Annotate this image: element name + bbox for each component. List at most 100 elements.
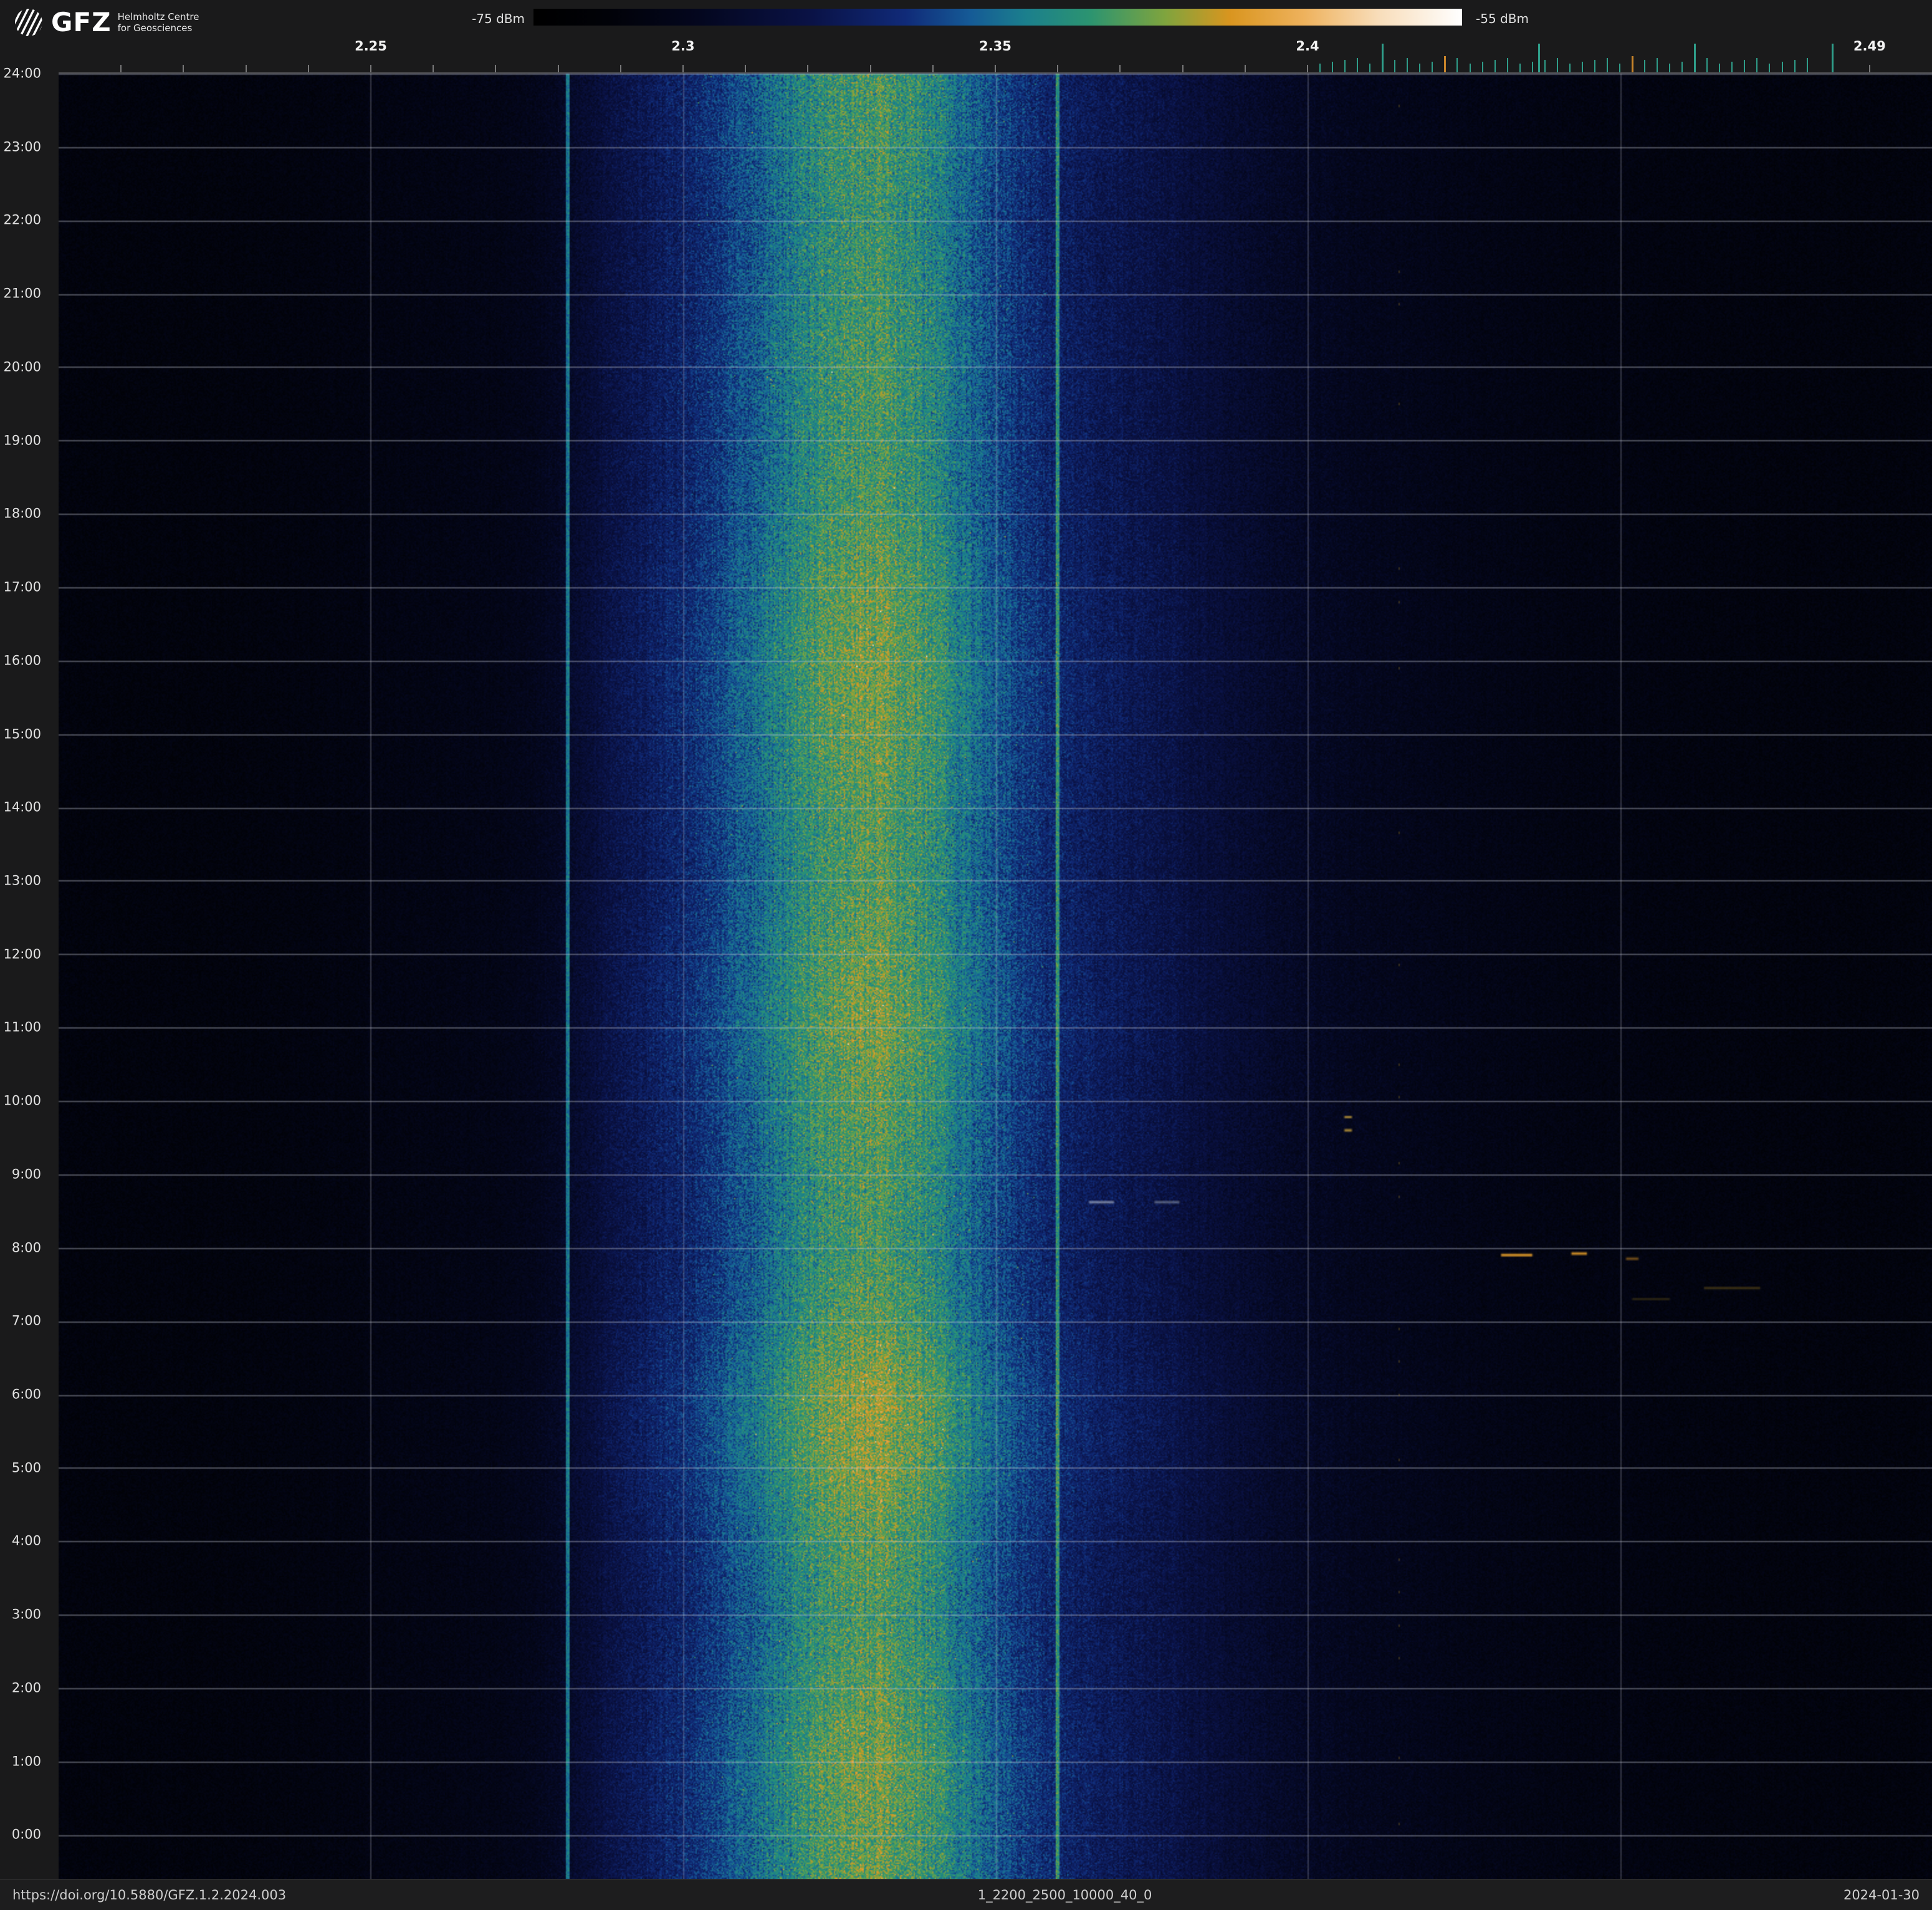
freq-axis-label: 2.3 <box>671 39 694 54</box>
freq-minor-tick <box>870 65 871 72</box>
freq-minor-tick <box>682 65 684 72</box>
channel-marker-tick <box>1594 60 1595 72</box>
time-axis-label: 19:00 <box>3 434 41 447</box>
time-axis-label: 10:00 <box>3 1095 41 1108</box>
header: GFZ Helmholtz Centre for Geosciences -75… <box>0 0 1932 74</box>
channel-marker-tick <box>1657 58 1658 72</box>
freq-minor-tick <box>246 65 247 72</box>
time-axis-label: 5:00 <box>12 1461 41 1474</box>
channel-marker-tick <box>1357 58 1358 72</box>
freq-minor-tick <box>433 65 434 72</box>
freq-minor-tick <box>1057 65 1058 72</box>
time-axis-label: 24:00 <box>3 67 41 80</box>
time-axis-label: 14:00 <box>3 801 41 814</box>
freq-axis-label: 2.35 <box>979 39 1011 54</box>
channel-marker-tick <box>1532 62 1533 72</box>
logo-text: GFZ Helmholtz Centre for Geosciences <box>51 9 199 36</box>
time-axis-label: 17:00 <box>3 581 41 594</box>
time-axis-label: 4:00 <box>12 1535 41 1548</box>
time-axis-label: 13:00 <box>3 874 41 887</box>
channel-marker-tick <box>1419 64 1420 72</box>
channel-marker-tick <box>1832 44 1834 72</box>
channel-marker-tick <box>1519 64 1521 72</box>
channel-marker-tick <box>1632 56 1633 72</box>
channel-marker-tick <box>1794 60 1796 72</box>
channel-marker-tick <box>1719 64 1720 72</box>
time-axis-label: 7:00 <box>12 1315 41 1328</box>
channel-marker-tick <box>1769 64 1770 72</box>
time-axis-label: 3:00 <box>12 1608 41 1621</box>
colorbar-gradient <box>533 9 1462 26</box>
channel-marker-tick <box>1482 62 1483 72</box>
channel-marker-tick <box>1394 60 1395 72</box>
freq-minor-tick <box>495 65 496 72</box>
channel-marker-tick <box>1444 56 1446 72</box>
channel-marker-tick <box>1694 44 1696 72</box>
channel-marker-tick <box>1619 64 1620 72</box>
freq-minor-tick <box>558 65 559 72</box>
channel-marker-tick <box>1569 64 1571 72</box>
freq-minor-tick <box>1119 65 1121 72</box>
channel-marker-tick <box>1756 58 1757 72</box>
freq-minor-tick <box>1869 65 1870 72</box>
freq-axis-label: 2.25 <box>355 39 387 54</box>
channel-marker-tick <box>1432 62 1433 72</box>
logo-subtitle-line1: Helmholtz Centre <box>118 11 199 22</box>
freq-minor-tick <box>120 65 122 72</box>
freq-minor-tick <box>995 65 996 72</box>
channel-marker-tick <box>1494 60 1496 72</box>
time-axis-label: 11:00 <box>3 1021 41 1034</box>
channel-marker-tick <box>1669 64 1670 72</box>
time-axis-label: 9:00 <box>12 1168 41 1181</box>
time-axis-label: 23:00 <box>3 140 41 153</box>
channel-marker-tick <box>1582 62 1583 72</box>
logo-subtitle-line2: for Geosciences <box>118 22 199 34</box>
time-axis-label: 21:00 <box>3 287 41 300</box>
footer-doi: https://doi.org/10.5880/GFZ.1.2.2024.003 <box>12 1888 286 1903</box>
freq-minor-tick <box>807 65 808 72</box>
logo-acronym: GFZ <box>51 9 112 36</box>
channel-marker-tick <box>1470 64 1471 72</box>
channel-marker-tick <box>1706 58 1708 72</box>
channel-marker-tick <box>1782 62 1783 72</box>
time-axis-label: 6:00 <box>12 1388 41 1401</box>
freq-minor-tick <box>1307 65 1308 72</box>
colorbar-max-label: -55 dBm <box>1476 11 1529 26</box>
freq-minor-tick <box>1245 65 1246 72</box>
time-axis-label: 15:00 <box>3 727 41 741</box>
time-axis-label: 2:00 <box>12 1681 41 1694</box>
freq-axis-label: 2.4 <box>1296 39 1319 54</box>
channel-marker-tick <box>1319 64 1321 72</box>
spectrogram-canvas <box>59 74 1932 1879</box>
time-axis-label: 18:00 <box>3 507 41 521</box>
time-axis-label: 8:00 <box>12 1241 41 1254</box>
channel-marker-tick <box>1538 44 1540 72</box>
time-axis-label: 16:00 <box>3 654 41 667</box>
channel-marker-tick <box>1544 60 1546 72</box>
freq-minor-tick <box>308 65 309 72</box>
footer-dataset-id: 1_2200_2500_10000_40_0 <box>978 1888 1152 1903</box>
channel-marker-tick <box>1382 44 1384 72</box>
channel-marker-tick <box>1456 58 1458 72</box>
channel-marker-tick <box>1681 62 1683 72</box>
channel-marker-tick <box>1557 58 1558 72</box>
channel-marker-tick <box>1731 62 1733 72</box>
freq-minor-tick <box>1182 65 1184 72</box>
time-axis-label: 12:00 <box>3 948 41 961</box>
channel-marker-tick <box>1344 60 1346 72</box>
freq-minor-tick <box>745 65 746 72</box>
time-axis-label: 1:00 <box>12 1755 41 1768</box>
freq-minor-tick <box>370 65 371 72</box>
colorbar-min-label: -75 dBm <box>438 11 525 26</box>
channel-marker-tick <box>1332 62 1333 72</box>
time-axis: 24:00 23:00 22:00 21:00 20:00 19:00 18:00 17:00… <box>0 0 59 1879</box>
channel-marker-tick <box>1507 58 1508 72</box>
channel-marker-tick <box>1807 58 1808 72</box>
time-axis-label: 0:00 <box>12 1828 41 1841</box>
freq-minor-tick <box>620 65 621 72</box>
time-axis-label: 20:00 <box>3 360 41 373</box>
channel-marker-tick <box>1607 58 1608 72</box>
channel-marker-tick <box>1407 58 1408 72</box>
time-axis-label: 22:00 <box>3 214 41 227</box>
channel-marker-tick <box>1744 60 1745 72</box>
